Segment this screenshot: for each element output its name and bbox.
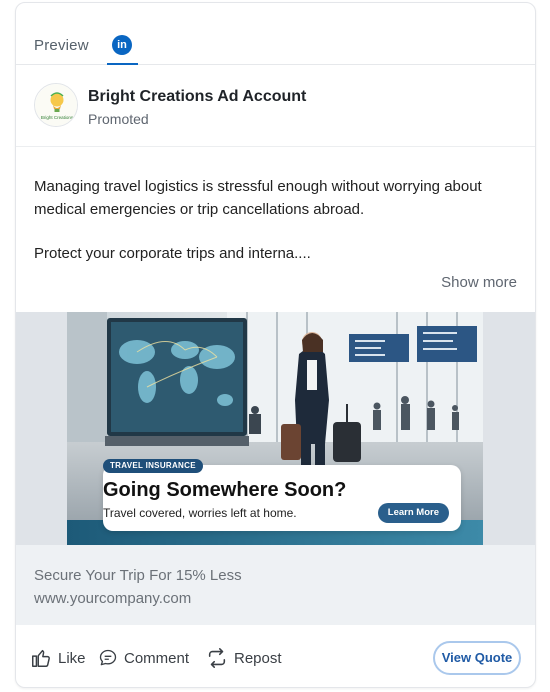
thumbs-up-icon <box>32 649 50 667</box>
show-more-link[interactable]: Show more <box>441 274 517 291</box>
post-header: Bright Creations Bright Creations Ad Acc… <box>16 65 535 147</box>
link-preview[interactable]: Secure Your Trip For 15% Less www.yourco… <box>16 545 535 625</box>
like-button[interactable]: Like <box>30 646 86 670</box>
ad-media[interactable]: TRAVEL INSURANCE Going Somewhere Soon? T… <box>16 312 535 545</box>
repost-button[interactable]: Repost <box>206 646 282 670</box>
view-quote-button[interactable]: View Quote <box>433 641 521 675</box>
preview-tabs: Preview in <box>16 3 535 65</box>
ad-preview-card: Preview in Bright Creations Bright Creat… <box>15 2 536 688</box>
post-body-paragraph-2: Protect your corporate trips and interna… <box>34 245 311 262</box>
avatar[interactable]: Bright Creations <box>34 83 78 127</box>
learn-more-button: Learn More <box>377 503 449 523</box>
post-body-paragraph-1: Managing travel logistics is stressful e… <box>34 178 482 218</box>
tab-linkedin[interactable]: in <box>107 33 138 65</box>
promoted-label: Promoted <box>88 111 149 127</box>
ad-image: TRAVEL INSURANCE Going Somewhere Soon? T… <box>67 312 483 545</box>
travel-insurance-tag: TRAVEL INSURANCE <box>103 459 203 473</box>
tab-preview[interactable]: Preview <box>34 37 89 54</box>
post-actions: Like Comment Repost View Quote <box>16 625 535 687</box>
ad-subline: Travel covered, worries left at home. <box>103 506 297 520</box>
linkedin-icon: in <box>112 35 132 55</box>
like-label: Like <box>58 649 86 667</box>
bright-creations-logo-icon: Bright Creations <box>35 84 77 126</box>
ad-headline: Going Somewhere Soon? <box>103 479 347 501</box>
account-name[interactable]: Bright Creations Ad Account <box>88 88 306 106</box>
comment-label: Comment <box>124 649 190 667</box>
comment-icon <box>99 649 117 666</box>
repost-label: Repost <box>234 649 282 667</box>
post-body: Managing travel logistics is stressful e… <box>34 175 524 265</box>
ad-overlay-card: TRAVEL INSURANCE Going Somewhere Soon? T… <box>103 459 461 531</box>
link-title: Secure Your Trip For 15% Less <box>34 567 242 584</box>
repost-icon <box>208 648 226 668</box>
comment-button[interactable]: Comment <box>98 646 189 670</box>
logo-wordmark: Bright Creations <box>41 115 74 120</box>
link-url: www.yourcompany.com <box>34 590 192 607</box>
